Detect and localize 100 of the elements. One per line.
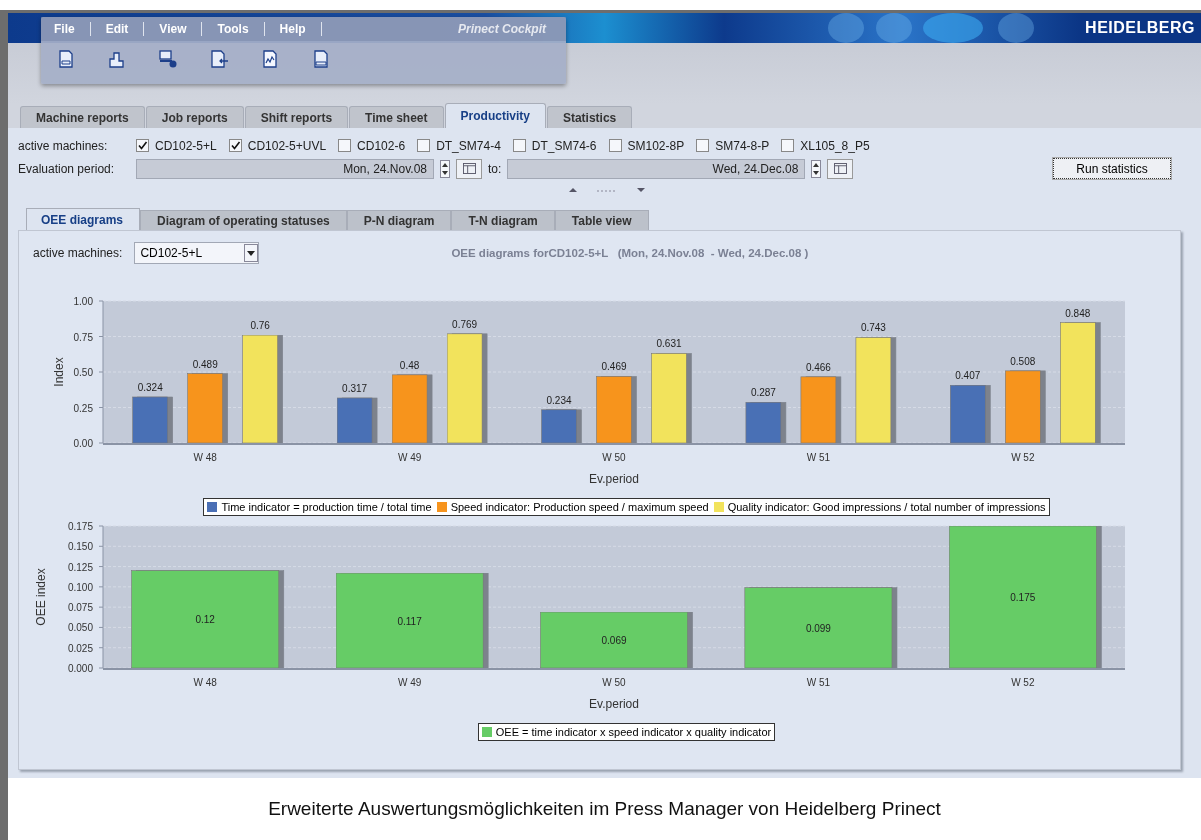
glow-orb bbox=[876, 13, 912, 43]
bar bbox=[187, 373, 223, 444]
calendar-icon bbox=[462, 163, 476, 174]
bar bbox=[950, 384, 986, 444]
data-label: 0.099 bbox=[805, 622, 831, 634]
data-label: 0.12 bbox=[195, 614, 215, 626]
data-label: 0.489 bbox=[192, 358, 218, 370]
category-label: W 49 bbox=[397, 452, 422, 463]
checkbox-label: XL105_8_P5 bbox=[800, 138, 870, 153]
data-label: 0.317 bbox=[342, 383, 368, 394]
axis-title: Ev.period bbox=[589, 697, 639, 711]
calendar-button[interactable] bbox=[827, 158, 854, 179]
tab[interactable]: T-N diagram bbox=[451, 210, 555, 230]
caption: Erweiterte Auswertungsmöglichkeiten im Press Manager von Heidelberg Prinect bbox=[268, 798, 941, 820]
logo: HEIDELBERG bbox=[1085, 19, 1195, 37]
tab[interactable]: P-N diagram bbox=[346, 210, 452, 230]
axis-tick-label: 0.075 bbox=[67, 602, 93, 614]
axis-tick-label: 0.125 bbox=[67, 561, 93, 573]
calendar-button[interactable] bbox=[456, 158, 482, 179]
checkbox[interactable] bbox=[696, 139, 710, 152]
axis-tick-label: 0.25 bbox=[73, 402, 93, 414]
data-label: 0.324 bbox=[137, 382, 163, 393]
axis-tick-label: 0.000 bbox=[67, 663, 93, 674]
category-label: W 51 bbox=[806, 677, 831, 688]
checkbox[interactable] bbox=[417, 139, 431, 152]
data-label: 0.407 bbox=[955, 370, 981, 382]
data-label: 0.76 bbox=[250, 320, 270, 332]
axis-tick-label: 0.00 bbox=[73, 438, 93, 449]
date-field[interactable]: Mon, 24.Nov.08 bbox=[136, 158, 434, 179]
tab[interactable]: Machine reports bbox=[20, 106, 145, 128]
document-icon[interactable] bbox=[56, 49, 76, 69]
axis-title: Index bbox=[52, 357, 66, 387]
axis-title: Ev.period bbox=[589, 472, 639, 486]
checkbox[interactable] bbox=[136, 139, 149, 152]
checkbox[interactable] bbox=[228, 139, 242, 152]
category-label: W 48 bbox=[193, 452, 217, 463]
bar bbox=[336, 397, 373, 444]
document-chart-icon[interactable] bbox=[260, 49, 280, 69]
legend-label: Speed indicator: Production speed / maximum speed bbox=[450, 501, 709, 513]
bar bbox=[596, 376, 632, 444]
data-label: 0.287 bbox=[750, 387, 776, 399]
category-label: W 52 bbox=[1011, 452, 1035, 463]
category-label: W 49 bbox=[397, 677, 422, 688]
data-label: 0.743 bbox=[860, 322, 886, 334]
axis-tick-label: 0.100 bbox=[67, 581, 93, 593]
data-label: 0.234 bbox=[546, 394, 572, 406]
legend-label: Quality indicator: Good impressions / total number of impressions bbox=[727, 501, 1046, 513]
checkbox[interactable] bbox=[338, 139, 352, 152]
document-icon[interactable] bbox=[311, 49, 331, 69]
tab[interactable]: OEE diagrams bbox=[26, 208, 141, 230]
tab[interactable]: Statistics bbox=[546, 106, 633, 128]
category-label: W 51 bbox=[806, 452, 831, 463]
tab[interactable]: Job reports bbox=[145, 106, 244, 128]
tab[interactable]: Diagram of operating statuses bbox=[140, 210, 347, 230]
checkbox-label: CD102-5+L bbox=[155, 138, 217, 153]
axis-title: OEE index bbox=[34, 568, 48, 626]
checkbox[interactable] bbox=[781, 139, 795, 152]
tab[interactable]: Shift reports bbox=[244, 106, 349, 128]
checkbox[interactable] bbox=[512, 139, 526, 152]
field-label: to: bbox=[488, 161, 502, 176]
checkbox-label: DT_SM74-4 bbox=[436, 138, 501, 153]
field-label: active machines: bbox=[18, 138, 109, 153]
tab[interactable]: Table view bbox=[554, 210, 649, 230]
field-label: active machines: bbox=[33, 246, 123, 260]
checkbox[interactable] bbox=[608, 139, 622, 152]
data-label: 0.848 bbox=[1065, 307, 1091, 319]
app-name: Prinect Cockpit bbox=[457, 22, 546, 36]
legend-label: Time indicator = production time / total time bbox=[221, 501, 432, 513]
computer-gear-icon[interactable] bbox=[158, 49, 178, 69]
axis-tick-label: 0.150 bbox=[67, 541, 93, 553]
data-label: 0.631 bbox=[656, 338, 682, 350]
tab[interactable]: Productivity bbox=[444, 103, 546, 128]
checkbox-label: DT_SM74-6 bbox=[531, 138, 597, 153]
checkbox-label: SM102-8P bbox=[627, 138, 685, 153]
bar bbox=[132, 396, 168, 444]
bar bbox=[800, 376, 837, 444]
data-label: 0.175 bbox=[1010, 592, 1036, 603]
data-label: 0.069 bbox=[601, 635, 627, 646]
axis-tick-label: 0.175 bbox=[67, 521, 93, 532]
field-label: Evaluation period: bbox=[18, 161, 116, 176]
diagram-title: OEE diagrams forCD102-5+L (Mon, 24.Nov.08 - Wed, 24.Dec.08 ) bbox=[451, 247, 809, 259]
data-label: 0.466 bbox=[805, 361, 831, 373]
data-label: 0.508 bbox=[1010, 355, 1036, 367]
bar bbox=[745, 401, 782, 444]
axis-tick-label: 1.00 bbox=[73, 296, 93, 307]
glow-orb bbox=[998, 13, 1034, 43]
category-label: W 50 bbox=[602, 452, 626, 463]
axis-tick-label: 0.50 bbox=[73, 367, 93, 378]
checkbox-label: CD102-6 bbox=[357, 138, 406, 153]
tab[interactable]: Time sheet bbox=[349, 106, 444, 128]
checkbox-label: SM74-8-P bbox=[715, 138, 770, 153]
spinner-icon[interactable] bbox=[811, 159, 822, 178]
data-label: 0.769 bbox=[452, 318, 478, 330]
data-label: 0.48 bbox=[399, 359, 420, 371]
run-button[interactable]: Run statistics bbox=[1053, 158, 1171, 179]
date-field[interactable]: Wed, 24.Dec.08 bbox=[507, 158, 806, 179]
document-arrow-icon[interactable] bbox=[209, 49, 229, 69]
machine-dropdown[interactable]: CD102-5+L bbox=[134, 242, 260, 264]
spinner-icon[interactable] bbox=[440, 159, 450, 178]
axis-tick-label: 0.050 bbox=[67, 622, 93, 634]
